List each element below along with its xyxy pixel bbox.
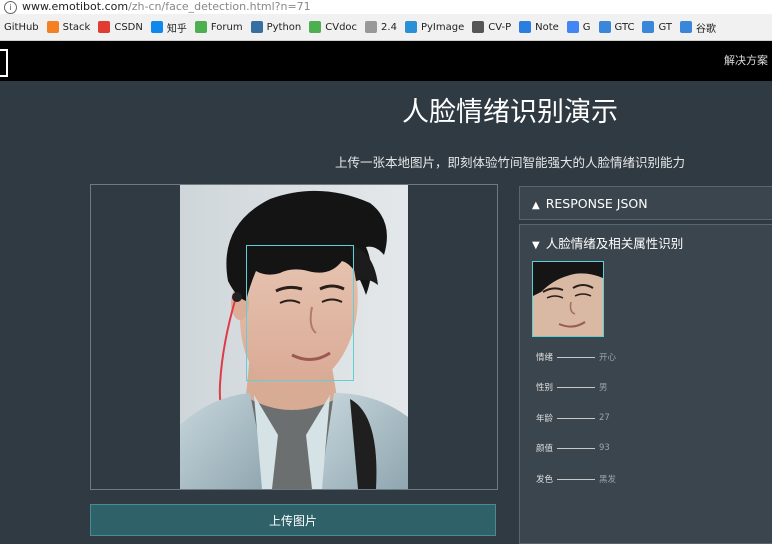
bookmark-stack[interactable]: Stack <box>43 14 95 40</box>
attribute-value: 男 <box>599 383 608 393</box>
attribute-key: 情绪 <box>536 353 554 363</box>
face-detection-box <box>246 245 354 381</box>
gtc-icon <box>598 21 611 33</box>
site-logo[interactable] <box>0 49 8 77</box>
bookmark-gt[interactable]: GT <box>638 14 676 40</box>
url-path: /zh-cn/face_detection.html?n=71 <box>128 0 311 13</box>
chevron-up-icon: ▲ <box>532 200 540 211</box>
cvp-icon <box>472 21 485 33</box>
bookmark-forum[interactable]: Forum <box>191 14 247 40</box>
bookmark-page[interactable]: 2.4 <box>361 14 401 40</box>
bookmark-translate[interactable]: 谷歌 <box>676 14 720 40</box>
bookmark-label: Note <box>535 21 559 33</box>
attribute-value: 93 <box>599 443 610 453</box>
url-text[interactable]: www.emotibot.com/zh-cn/face_detection.ht… <box>22 0 311 14</box>
bookmark-label: PyImage <box>420 21 465 33</box>
bookmark-gtc[interactable]: GTC <box>595 14 639 40</box>
bookmark-github[interactable]: GitHub <box>0 14 43 40</box>
bookmark-csdn[interactable]: CSDN <box>94 14 147 40</box>
response-json-label: RESPONSE JSON <box>545 196 648 211</box>
attribute-divider <box>557 417 596 419</box>
attribute-value: 开心 <box>599 353 617 363</box>
attribute-key: 颜值 <box>536 444 554 454</box>
page-title: 人脸情绪识别演示 <box>402 97 618 128</box>
bookmark-google[interactable]: G <box>563 14 595 40</box>
face-attributes-label: 人脸情绪及相关属性识别 <box>545 236 684 251</box>
bookmark-zhihu[interactable]: 知乎 <box>147 14 191 40</box>
bookmark-label: GitHub <box>4 21 39 33</box>
bookmark-label: CSDN <box>114 21 143 33</box>
bookmark-label: 2.4 <box>381 21 397 33</box>
bookmark-cvdoc[interactable]: CVdoc <box>305 14 361 40</box>
bookmark-label: G <box>582 21 591 33</box>
bookmark-note[interactable]: Note <box>515 14 563 40</box>
note-icon <box>519 21 532 33</box>
page-subtitle: 上传一张本地图片，即刻体验竹间智能强大的人脸情绪识别能力 <box>334 155 685 170</box>
forum-icon <box>194 21 207 33</box>
attribute-key: 发色 <box>536 475 554 485</box>
bookmark-pyimage[interactable]: PyImage <box>401 14 468 40</box>
bookmark-label: Stack <box>62 21 91 33</box>
python-icon <box>250 21 263 33</box>
bookmark-label: GTC <box>614 21 635 33</box>
bookmark-label: 知乎 <box>166 23 187 35</box>
attribute-value: 27 <box>599 413 610 423</box>
bookmarks-bar: GitHub Stack CSDN 知乎 Forum Python CVdoc 2.4 PyIm… <box>0 14 772 41</box>
translate-icon <box>679 21 692 33</box>
bookmark-label: Python <box>266 21 302 33</box>
cvdoc-icon <box>309 21 322 33</box>
url-domain: www.emotibot.com <box>22 0 129 13</box>
csdn-icon <box>98 21 111 33</box>
bookmark-label: CVdoc <box>325 21 358 33</box>
response-json-panel[interactable]: ▲ RESPONSE JSON <box>519 186 772 220</box>
attribute-divider <box>557 356 596 358</box>
attribute-row: 年龄 27 <box>536 412 610 424</box>
address-bar[interactable]: i www.emotibot.com/zh-cn/face_detection.… <box>0 0 772 14</box>
bookmark-python[interactable]: Python <box>247 14 306 40</box>
attribute-value: 黑发 <box>599 475 617 485</box>
bookmark-label: Forum <box>210 21 243 33</box>
google-icon <box>566 21 579 33</box>
bookmark-cvp[interactable]: CV-P <box>468 14 515 40</box>
attribute-divider <box>557 447 596 449</box>
info-icon[interactable]: i <box>4 1 17 14</box>
face-attributes-panel: ▼ 人脸情绪及相关属性识别 情绪 开心性别 男年龄 27 颜值 93 发色 黑发 <box>519 224 772 544</box>
top-navigation: 解决方案 <box>0 41 772 81</box>
face-thumbnail <box>532 261 604 337</box>
gt-icon <box>642 21 655 33</box>
pyimage-icon <box>404 21 417 33</box>
attribute-row: 性别 男 <box>536 381 608 393</box>
attribute-divider <box>557 386 596 388</box>
attribute-row: 颜值 93 <box>536 442 610 454</box>
attribute-row: 发色 黑发 <box>536 473 616 485</box>
nav-solutions-link[interactable]: 解决方案 <box>724 41 768 81</box>
attribute-key: 年龄 <box>536 414 554 424</box>
stack-icon <box>46 21 59 33</box>
bookmark-label: GT <box>658 21 672 33</box>
attribute-row: 情绪 开心 <box>536 351 616 363</box>
zhihu-icon <box>150 21 163 33</box>
page-icon <box>365 21 378 33</box>
chevron-down-icon: ▼ <box>532 240 540 251</box>
response-json-header[interactable]: ▲ RESPONSE JSON <box>532 187 648 223</box>
attribute-key: 性别 <box>536 383 554 393</box>
face-attributes-header[interactable]: ▼ 人脸情绪及相关属性识别 <box>532 225 683 265</box>
attribute-divider <box>557 478 596 480</box>
upload-image-button[interactable]: 上传图片 <box>90 504 496 536</box>
bookmark-label: 谷歌 <box>695 23 716 35</box>
bookmark-label: CV-P <box>488 21 512 33</box>
